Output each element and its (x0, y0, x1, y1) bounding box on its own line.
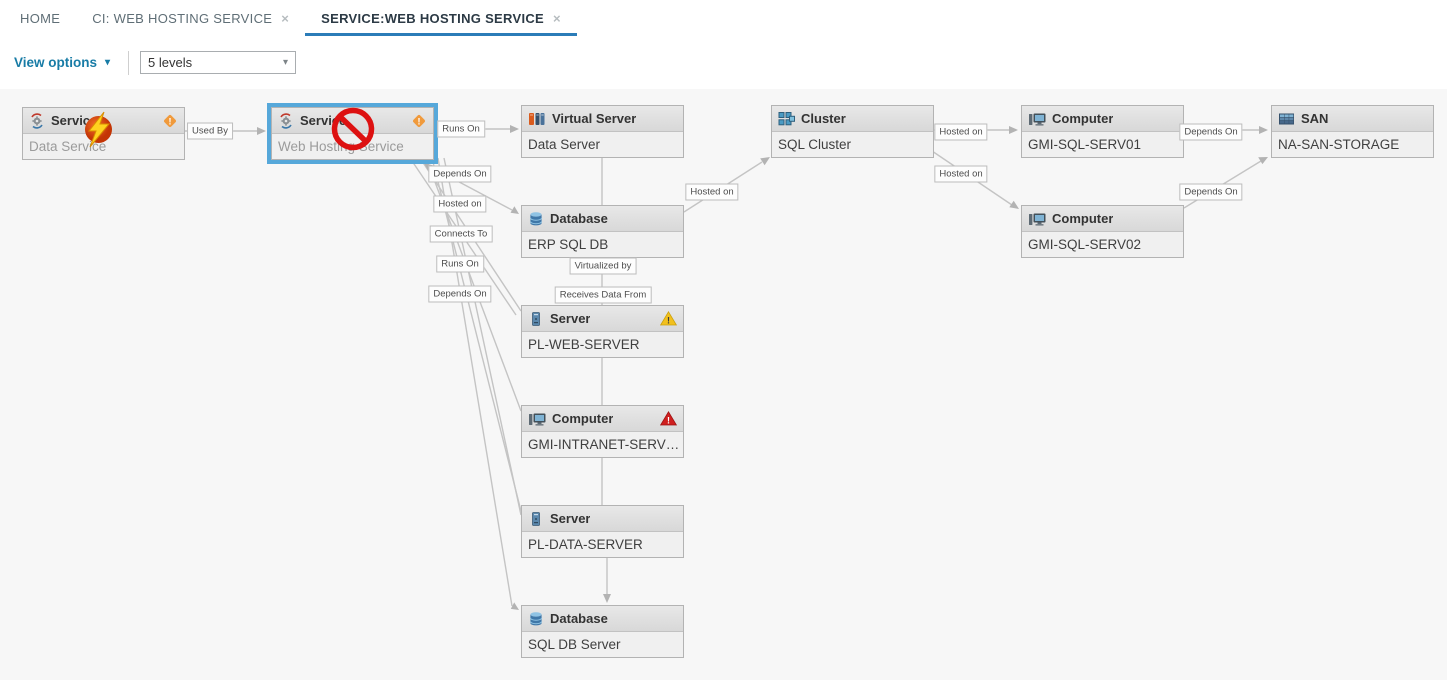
edge-label: Virtualized by (570, 258, 637, 275)
node-pl-web-server[interactable]: Server ! PL-WEB-SERVER (521, 305, 684, 358)
edge-label: Runs On (437, 121, 485, 138)
dependency-map-canvas[interactable]: Used By Runs On Depends On Hosted on Con… (0, 89, 1447, 680)
edge-label: Depends On (428, 286, 491, 303)
tab-home-label: HOME (20, 11, 60, 26)
svg-text:!: ! (169, 116, 172, 126)
tab-ci-label: CI: WEB HOSTING SERVICE (92, 11, 272, 26)
node-gmi-sql-serv01[interactable]: Computer GMI-SQL-SERV01 (1021, 105, 1184, 158)
edge-lines (0, 89, 1447, 680)
node-erp-sql-db[interactable]: Database ERP SQL DB (521, 205, 684, 258)
chevron-down-icon: ▾ (105, 57, 110, 68)
node-web-hosting-service[interactable]: Service ! Web Hosting Service (271, 107, 434, 160)
view-options-button[interactable]: View options ▾ (14, 55, 110, 70)
edge-label: Hosted on (433, 196, 486, 213)
close-icon[interactable]: × (553, 12, 561, 25)
edge-label: Depends On (428, 166, 491, 183)
node-data-server[interactable]: Virtual Server Data Server (521, 105, 684, 158)
chevron-down-icon: ▾ (283, 57, 288, 68)
view-options-label: View options (14, 55, 97, 70)
service-icon (278, 113, 294, 129)
node-type-label: Cluster (801, 111, 846, 126)
edge-label: Hosted on (685, 184, 738, 201)
tab-service-web-hosting-service[interactable]: SERVICE:WEB HOSTING SERVICE × (305, 0, 577, 36)
close-icon[interactable]: × (281, 12, 289, 25)
node-type-label: Virtual Server (552, 111, 636, 126)
node-name: PL-WEB-SERVER (522, 332, 683, 357)
map-toolbar: View options ▾ 5 levels ▾ (0, 36, 1447, 90)
node-type-label: Computer (1052, 111, 1113, 126)
node-name: Data Server (522, 132, 683, 157)
dependency-map-window: HOME CI: WEB HOSTING SERVICE × SERVICE:W… (0, 0, 1447, 680)
svg-text:!: ! (418, 116, 421, 126)
computer-icon (1028, 111, 1046, 127)
edge-label: Hosted on (934, 166, 987, 183)
node-type-label: Computer (1052, 211, 1113, 226)
node-pl-data-server[interactable]: Server PL-DATA-SERVER (521, 505, 684, 558)
levels-select-value: 5 levels (148, 55, 192, 70)
edge-label: Depends On (1179, 124, 1242, 141)
tab-bar: HOME CI: WEB HOSTING SERVICE × SERVICE:W… (0, 0, 1447, 37)
service-icon (29, 113, 45, 129)
svg-text:!: ! (667, 416, 670, 426)
toolbar-divider (128, 51, 129, 75)
node-name: GMI-SQL-SERV01 (1022, 132, 1183, 157)
edge-label: Connects To (430, 226, 493, 243)
edge-label: Runs On (436, 256, 484, 273)
warning-red-icon: ! (660, 411, 677, 426)
edge-label: Used By (187, 123, 233, 140)
node-name: PL-DATA-SERVER (522, 532, 683, 557)
tab-service-label: SERVICE:WEB HOSTING SERVICE (321, 11, 544, 26)
node-sql-db-server[interactable]: Database SQL DB Server (521, 605, 684, 658)
cluster-icon (778, 111, 795, 127)
node-type-label: SAN (1301, 111, 1328, 126)
edge-label: Hosted on (934, 124, 987, 141)
node-name: SQL Cluster (772, 132, 933, 157)
node-sql-cluster[interactable]: Cluster SQL Cluster (771, 105, 934, 158)
warning-diamond-icon: ! (411, 113, 427, 129)
node-name: ERP SQL DB (522, 232, 683, 257)
database-icon (528, 611, 544, 627)
node-name: SQL DB Server (522, 632, 683, 657)
warning-yellow-icon: ! (660, 311, 677, 326)
tab-ci-web-hosting-service[interactable]: CI: WEB HOSTING SERVICE × (76, 0, 305, 36)
node-gmi-intranet-server[interactable]: Computer ! GMI-INTRANET-SERV… (521, 405, 684, 458)
no-entry-icon (330, 106, 376, 152)
node-type-label: Database (550, 611, 608, 626)
node-name: GMI-INTRANET-SERV… (522, 432, 683, 457)
node-data-service[interactable]: Service ! Data Service (22, 107, 185, 160)
tab-home[interactable]: HOME (0, 0, 76, 36)
computer-icon (528, 411, 546, 427)
computer-icon (1028, 211, 1046, 227)
svg-text:!: ! (667, 316, 670, 326)
san-icon (1278, 111, 1295, 127)
node-name: NA-SAN-STORAGE (1272, 132, 1433, 157)
levels-select[interactable]: 5 levels ▾ (140, 51, 296, 74)
edge-label: Receives Data From (555, 287, 652, 304)
node-type-label: Server (550, 311, 590, 326)
warning-diamond-icon: ! (162, 113, 178, 129)
node-type-label: Computer (552, 411, 613, 426)
outage-lightning-icon (80, 111, 117, 148)
edge-label: Depends On (1179, 184, 1242, 201)
server-icon (528, 511, 544, 527)
virtual-server-icon (528, 111, 546, 127)
node-name: GMI-SQL-SERV02 (1022, 232, 1183, 257)
database-icon (528, 211, 544, 227)
server-icon (528, 311, 544, 327)
node-na-san-storage[interactable]: SAN NA-SAN-STORAGE (1271, 105, 1434, 158)
node-type-label: Server (550, 511, 590, 526)
node-gmi-sql-serv02[interactable]: Computer GMI-SQL-SERV02 (1021, 205, 1184, 258)
node-type-label: Database (550, 211, 608, 226)
